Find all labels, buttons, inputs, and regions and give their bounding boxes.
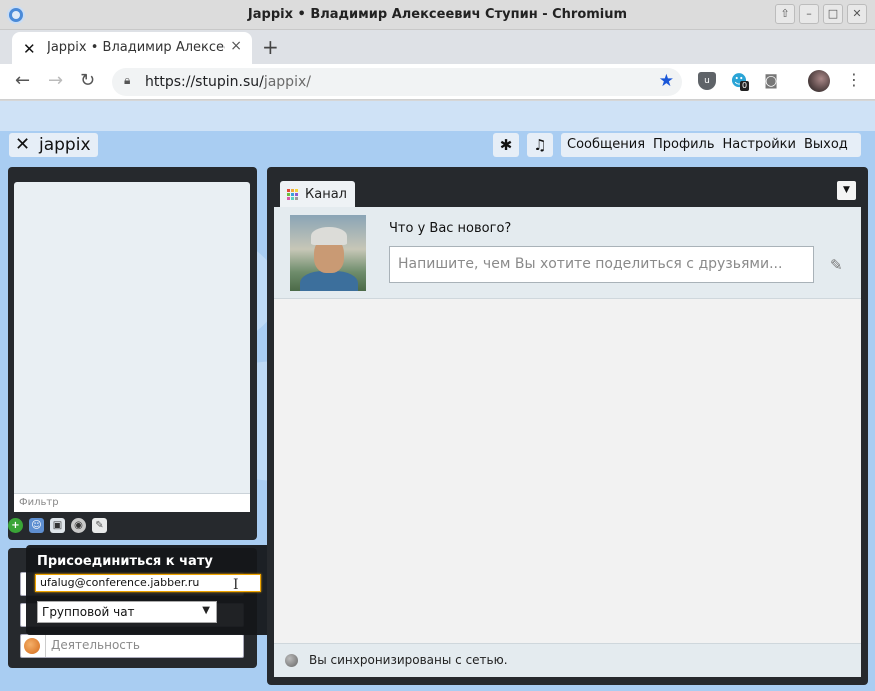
reload-icon[interactable]: ↻ <box>80 70 95 91</box>
jappix-logo-text: jappix <box>39 135 91 155</box>
tag-icon[interactable]: ✎ <box>92 518 107 533</box>
up-icon[interactable]: ⇧ <box>775 4 795 24</box>
nav-settings[interactable]: Настройки <box>723 133 796 157</box>
roster-list: Фильтр <box>14 182 250 512</box>
close-icon[interactable]: ✕ <box>847 4 867 24</box>
jappix-logo[interactable]: ✕ jappix <box>9 133 98 157</box>
channel-menu-button[interactable]: ▼ <box>837 181 856 200</box>
user-avatar <box>290 215 366 291</box>
chevron-down-icon: ▼ <box>202 605 210 616</box>
window-titlebar: Jappix • Владимир Алексеевич Ступин - Ch… <box>0 0 875 30</box>
window-title: Jappix • Владимир Алексеевич Ступин - Ch… <box>247 7 628 22</box>
nav-profile[interactable]: Профиль <box>653 133 715 157</box>
window-controls: ⇧ – □ ✕ <box>775 4 867 24</box>
url-host: https://stupin.su/ <box>145 74 264 90</box>
minimize-icon[interactable]: – <box>799 4 819 24</box>
roster-panel: Фильтр <box>8 167 257 540</box>
channel-content: Что у Вас нового? Напишите, чем Вы хотит… <box>274 207 861 677</box>
nav-logout[interactable]: Выход <box>804 133 848 157</box>
ghostery-badge: 0 <box>740 81 750 91</box>
jappix-icon: ✕ <box>23 40 36 58</box>
address-bar[interactable]: 🔒︎ https://stupin.su/jappix/ ★ <box>112 68 682 96</box>
basketball-icon <box>24 638 40 654</box>
top-navigation: Сообщения Профиль Настройки Выход <box>561 133 861 157</box>
avatar-body <box>300 271 358 291</box>
browser-toolbar: ← → ↻ 🔒︎ https://stupin.su/jappix/ ★ u ☻… <box>0 64 875 100</box>
lock-icon: 🔒︎ <box>124 73 131 87</box>
roster-tools: + ☺ ▣ ◉ ✎ <box>8 518 107 533</box>
add-contact-icon[interactable]: + <box>8 518 23 533</box>
forward-icon[interactable]: → <box>48 70 63 91</box>
browser-tab[interactable]: ✕ Jappix • Владимир Алексеевич Ступин × <box>12 32 252 64</box>
channel-panel: Канал ▼ Что у Вас нового? Напишите, чем … <box>267 167 868 685</box>
music-button[interactable]: ♫ <box>527 133 553 157</box>
nav-messages[interactable]: Сообщения <box>567 133 645 157</box>
asterisk-button[interactable]: ✱ <box>493 133 519 157</box>
field-divider <box>45 635 46 657</box>
join-chat-icon[interactable]: ☺ <box>29 518 44 533</box>
ublock-icon[interactable]: u <box>698 72 716 90</box>
post-input[interactable]: Напишите, чем Вы хотите поделиться с дру… <box>389 246 814 283</box>
tab-channel[interactable]: Канал <box>280 181 355 209</box>
new-tab-button[interactable]: + <box>262 35 279 59</box>
channel-grid-icon <box>287 189 298 200</box>
maximize-icon[interactable]: □ <box>823 4 843 24</box>
roster-filter-input[interactable]: Фильтр <box>14 493 250 512</box>
jappix-logo-icon: ✕ <box>15 134 31 155</box>
tab-strip: ✕ Jappix • Владимир Алексеевич Ступин × … <box>0 30 875 64</box>
post-composer: Что у Вас нового? Напишите, чем Вы хотит… <box>274 207 861 299</box>
whats-new-label: Что у Вас нового? <box>389 221 512 236</box>
text-cursor-icon: I <box>233 577 239 593</box>
chats-icon[interactable]: ▣ <box>50 518 65 533</box>
header-strip <box>0 101 875 131</box>
directory-icon[interactable]: ◉ <box>71 518 86 533</box>
profile-avatar[interactable] <box>808 70 830 92</box>
bookmark-star-icon[interactable]: ★ <box>659 71 674 91</box>
attach-icon[interactable]: ✎ <box>830 256 843 274</box>
avatar-cap <box>311 227 347 245</box>
url-text: https://stupin.su/jappix/ <box>145 74 311 90</box>
activity-input[interactable] <box>51 638 236 652</box>
sync-status-bar: Вы синхронизированы с сетью. <box>274 643 861 677</box>
tab-channel-label: Канал <box>305 187 347 202</box>
tab-close-icon[interactable]: × <box>230 38 242 54</box>
chat-type-value: Групповой чат <box>42 605 135 619</box>
activity-field[interactable] <box>20 634 244 658</box>
sync-status-text: Вы синхронизированы с сетью. <box>309 653 508 667</box>
join-chat-title: Присоединиться к чату <box>37 554 213 569</box>
tab-title: Jappix • Владимир Алексеевич Ступин <box>47 40 225 55</box>
ghostery-icon[interactable]: ☻ 0 <box>730 72 750 91</box>
chat-type-select[interactable]: Групповой чат ▼ <box>37 601 217 623</box>
url-path: jappix/ <box>263 74 311 90</box>
menu-icon[interactable]: ⋮ <box>846 70 862 89</box>
join-chat-jid-input[interactable]: ufalug@conference.jabber.ru <box>35 574 261 592</box>
sync-status-icon <box>285 654 298 667</box>
back-icon[interactable]: ← <box>15 70 30 91</box>
jappix-page: ✕ jappix ✱ ♫ Сообщения Профиль Настройки… <box>0 101 875 691</box>
camera-icon[interactable]: ◙ <box>762 72 780 90</box>
join-chat-popup: Присоединиться к чату ufalug@conference.… <box>26 545 289 635</box>
